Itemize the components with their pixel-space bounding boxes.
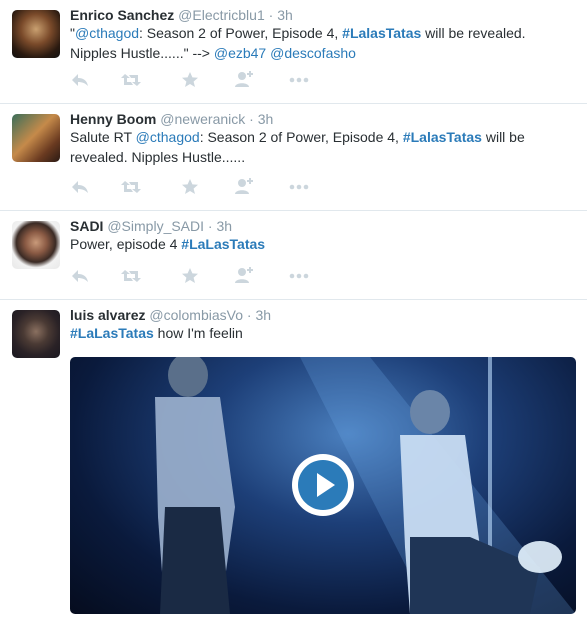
username[interactable]: @Simply_SADI <box>107 218 204 234</box>
fullname[interactable]: SADI <box>70 218 103 234</box>
reply-icon[interactable] <box>70 70 98 90</box>
username[interactable]: @neweranick <box>160 111 245 127</box>
follow-icon[interactable] <box>232 177 260 197</box>
tweet-header: Enrico Sanchez @Electricblu1 · 3h <box>70 6 293 24</box>
tweet-text-segment: Salute RT <box>70 129 136 145</box>
avatar[interactable] <box>12 221 60 269</box>
separator-dot: · <box>246 307 252 323</box>
tweet-text-segment: : Season 2 of Power, Episode 4, <box>139 25 343 41</box>
tweet-text-segment: how I'm feelin <box>153 325 243 341</box>
separator-dot: · <box>207 218 213 234</box>
play-icon <box>298 460 348 510</box>
timestamp[interactable]: 3h <box>216 218 232 234</box>
tweet-text: Power, episode 4 #LaLasTatas <box>70 234 570 254</box>
hashtag-link[interactable]: #LaLasTatas <box>70 325 154 341</box>
reply-icon[interactable] <box>70 266 98 286</box>
tweet-header: Henny Boom @neweranick · 3h <box>70 110 273 128</box>
fullname[interactable]: Enrico Sanchez <box>70 7 174 23</box>
reply-icon[interactable] <box>70 177 98 197</box>
tweet-actions <box>70 70 330 90</box>
retweet-icon[interactable] <box>120 70 148 90</box>
tweet[interactable]: SADI @Simply_SADI · 3h Power, episode 4 … <box>0 211 587 300</box>
hashtag-link[interactable]: #LalasTatas <box>342 25 421 41</box>
separator-dot: · <box>268 7 274 23</box>
mention-link[interactable]: @descofasho <box>270 45 356 61</box>
follow-icon[interactable] <box>232 70 260 90</box>
more-icon[interactable] <box>288 70 316 90</box>
mention-link[interactable]: @cthagod <box>75 25 139 41</box>
fullname[interactable]: Henny Boom <box>70 111 156 127</box>
tweet-actions <box>70 266 330 286</box>
tweet-text-segment: : Season 2 of Power, Episode 4, <box>199 129 403 145</box>
tweet-text: "@cthagod: Season 2 of Power, Episode 4,… <box>70 23 570 63</box>
tweet[interactable]: Henny Boom @neweranick · 3h Salute RT @c… <box>0 104 587 211</box>
tweet-header: luis alvarez @colombiasVo · 3h <box>70 306 271 324</box>
favorite-icon[interactable] <box>180 177 208 197</box>
avatar[interactable] <box>12 310 60 358</box>
hashtag-link[interactable]: #LaLasTatas <box>181 236 265 252</box>
hashtag-link[interactable]: #LalasTatas <box>403 129 482 145</box>
avatar[interactable] <box>12 114 60 162</box>
tweet-text: Salute RT @cthagod: Season 2 of Power, E… <box>70 127 570 167</box>
mention-link[interactable]: @cthagod <box>136 129 200 145</box>
retweet-icon[interactable] <box>120 266 148 286</box>
tweet[interactable]: luis alvarez @colombiasVo · 3h #LaLasTat… <box>0 300 587 618</box>
favorite-icon[interactable] <box>180 70 208 90</box>
timestamp[interactable]: 3h <box>277 7 293 23</box>
video-thumbnail[interactable] <box>70 357 576 614</box>
timestamp[interactable]: 3h <box>255 307 271 323</box>
more-icon[interactable] <box>288 177 316 197</box>
play-button[interactable] <box>292 454 354 516</box>
username[interactable]: @colombiasVo <box>149 307 243 323</box>
follow-icon[interactable] <box>232 266 260 286</box>
timestamp[interactable]: 3h <box>258 111 274 127</box>
tweet-header: SADI @Simply_SADI · 3h <box>70 217 232 235</box>
username[interactable]: @Electricblu1 <box>178 7 265 23</box>
avatar[interactable] <box>12 10 60 58</box>
tweet-text-segment: Power, episode 4 <box>70 236 182 252</box>
mention-link[interactable]: @ezb47 <box>214 45 266 61</box>
tweet[interactable]: Enrico Sanchez @Electricblu1 · 3h "@ctha… <box>0 0 587 104</box>
fullname[interactable]: luis alvarez <box>70 307 146 323</box>
favorite-icon[interactable] <box>180 266 208 286</box>
retweet-icon[interactable] <box>120 177 148 197</box>
more-icon[interactable] <box>288 266 316 286</box>
separator-dot: · <box>249 111 254 127</box>
tweet-text: #LaLasTatas how I'm feelin <box>70 323 570 343</box>
tweet-actions <box>70 177 330 197</box>
